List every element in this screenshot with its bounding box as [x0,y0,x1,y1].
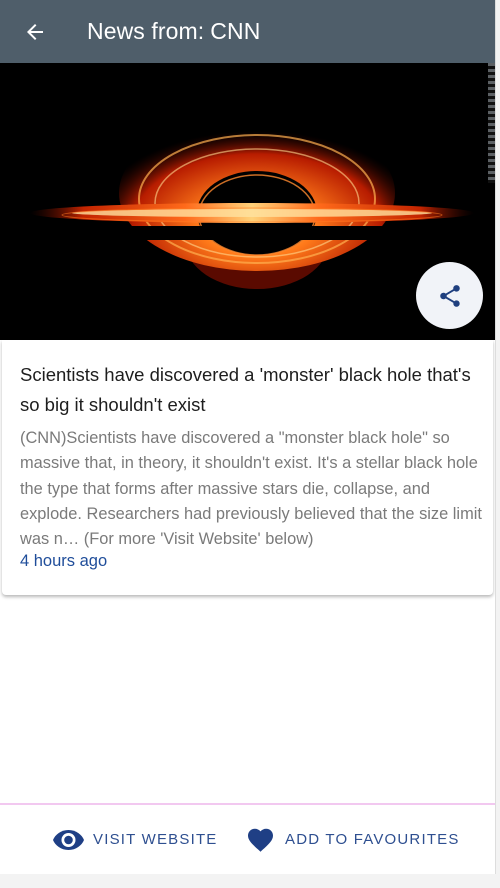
back-button[interactable] [17,14,53,50]
title-prefix: News from: [87,18,205,44]
news-detail-screen: News from: CNN Scientists have discovere… [0,0,496,874]
add-to-favourites-label: ADD TO FAVOURITES [285,831,460,848]
article-headline: Scientists have discovered a 'monster' b… [20,364,471,415]
share-button[interactable] [416,262,483,329]
share-icon [439,284,460,307]
image-watermark-strip [488,63,495,183]
heart-icon [248,828,273,852]
eye-icon [53,829,84,850]
news-source-name: CNN [210,18,261,44]
article-summary: (CNN)Scientists have discovered a "monst… [20,429,482,549]
visit-website-label: VISIT WEBSITE [93,831,218,848]
visit-website-button[interactable]: VISIT WEBSITE [52,805,218,874]
article-card: Scientists have discovered a 'monster' b… [2,340,493,595]
add-to-favourites-button[interactable]: ADD TO FAVOURITES [245,805,460,874]
arrow-left-icon [27,23,43,40]
bottom-action-bar: VISIT WEBSITE ADD TO FAVOURITES [0,805,495,874]
article-timestamp: 4 hours ago [20,552,108,570]
app-bar: News from: CNN [0,0,495,63]
page-title: News from: CNN [87,18,260,45]
